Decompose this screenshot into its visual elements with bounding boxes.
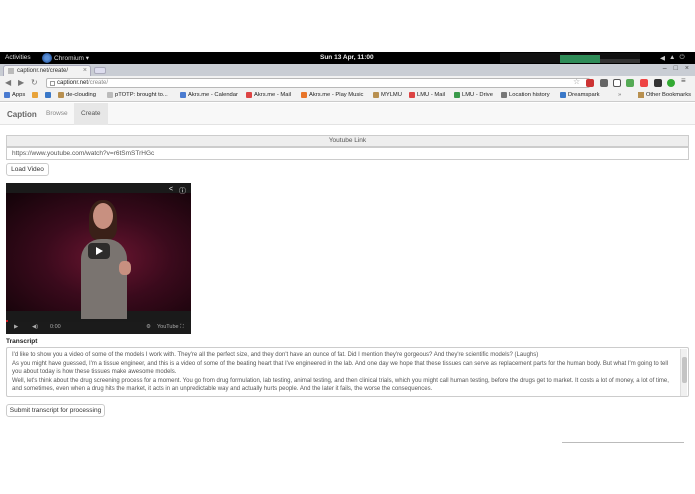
transcript-scrollbar[interactable] (680, 349, 687, 396)
browser-toolbar: ◀ ▶ ↻ captionr.net/create/ ☆ ≡ (0, 76, 695, 90)
dreamspark-icon (560, 92, 566, 98)
calendar-icon (180, 92, 186, 98)
minimize-icon[interactable]: – (663, 65, 667, 72)
extension-icon[interactable] (600, 79, 608, 87)
volume-control-icon[interactable]: ◀) (32, 324, 38, 330)
bookmark-icon (32, 92, 38, 98)
youtube-logo[interactable]: YouTube (157, 324, 179, 330)
system-monitor-graph (500, 53, 640, 63)
bookmark-lmu-mail[interactable]: LMU - Mail (409, 92, 445, 98)
page-info-icon (50, 81, 55, 86)
close-tab-icon[interactable]: × (83, 67, 87, 74)
nav-create[interactable]: Create (74, 103, 108, 125)
extension-adblock-icon[interactable] (586, 79, 594, 87)
nav-browse[interactable]: Browse (39, 103, 75, 125)
location-icon (501, 92, 507, 98)
page-icon (8, 68, 14, 74)
url-path: /create/ (88, 80, 109, 86)
load-video-button[interactable]: Load Video (6, 163, 49, 176)
extension-dark-icon[interactable] (654, 79, 662, 87)
fullscreen-icon[interactable]: ⛶ (180, 324, 184, 331)
site-navbar: Caption Browse Create (0, 103, 695, 125)
bookmark-1[interactable] (32, 92, 38, 98)
transcript-line: As you might have guessed, I'm a tissue … (12, 360, 669, 376)
youtube-link-input[interactable]: https://www.youtube.com/watch?v=r6tSmSTr… (6, 147, 689, 160)
menu-icon[interactable]: ≡ (681, 76, 689, 85)
bookmark-ptotp[interactable]: pTOTP: brought to... (107, 92, 168, 98)
video-time: 0:00 (50, 324, 61, 330)
bookmark-star-icon[interactable]: ☆ (573, 77, 580, 86)
play-icon[interactable] (88, 243, 110, 259)
extension-green-icon[interactable] (667, 79, 675, 87)
drive-icon (454, 92, 460, 98)
play-music-icon (301, 92, 307, 98)
gmail-icon (409, 92, 415, 98)
bookmark-2[interactable] (45, 92, 51, 98)
bookmark-location-history[interactable]: Location history (501, 92, 550, 98)
maximize-icon[interactable]: □ (674, 65, 678, 72)
back-icon[interactable]: ◀ (5, 78, 11, 87)
folder-icon (373, 92, 379, 98)
mail-icon (246, 92, 252, 98)
folder-icon (637, 92, 644, 98)
bookmark-de-clouding[interactable]: de-clouding (58, 92, 96, 98)
power-icon: ⏻ (679, 54, 685, 61)
youtube-link-label: Youtube Link (6, 135, 689, 147)
network-icon: ▲ (669, 54, 676, 61)
info-icon[interactable]: ⓘ (179, 186, 186, 196)
volume-icon: ◀ (660, 55, 665, 62)
share-icon[interactable]: < (169, 186, 173, 196)
activities-button[interactable]: Activities (5, 54, 31, 61)
app-menu-label: Chromium ▾ (54, 55, 90, 62)
forward-icon[interactable]: ▶ (18, 78, 24, 87)
extension-circle-icon[interactable] (640, 79, 648, 87)
transcript-label: Transcript (6, 338, 38, 345)
video-top-icons: < ⓘ (169, 186, 186, 196)
settings-icon[interactable]: ⚙ (146, 324, 151, 330)
site-brand[interactable]: Caption (7, 110, 37, 119)
bookmark-lmu-drive[interactable]: LMU - Drive (454, 92, 493, 98)
bookmark-mylmu[interactable]: MYLMU (373, 92, 402, 98)
transcript-textarea[interactable]: I'd like to show you a video of some of … (6, 347, 689, 397)
bookmark-play-music[interactable]: Akrs.me - Play Music (301, 92, 363, 98)
bookmarks-bar: Apps de-clouding pTOTP: brought to... Ak… (0, 90, 695, 102)
bookmark-mail[interactable]: Akrs.me - Mail (246, 92, 291, 98)
diamond-icon (45, 92, 51, 98)
bookmark-calendar[interactable]: Akrs.me - Calendar (180, 92, 238, 98)
submit-transcript-button[interactable]: Submit transcript for processing (6, 404, 105, 417)
screen-bottom-margin (0, 486, 695, 494)
other-bookmarks[interactable]: Other Bookmarks (637, 92, 691, 98)
bookmark-dreamspark[interactable]: Dreamspark (560, 92, 600, 98)
app-menu[interactable]: Chromium ▾ (42, 53, 89, 63)
tab-strip: captionr.net/create/ × – □ × (0, 64, 695, 76)
divider (562, 442, 684, 443)
chromium-icon (42, 53, 52, 63)
extension-check-icon[interactable] (626, 79, 634, 87)
transcript-line: I'd like to show you a video of some of … (12, 352, 539, 358)
system-tray[interactable]: ◀ ▲ ⏻ (660, 54, 685, 62)
bookmarks-overflow-icon[interactable]: » (618, 92, 621, 98)
page-icon (107, 92, 113, 98)
clock[interactable]: Sun 13 Apr, 11:00 (320, 54, 374, 61)
gnome-top-bar: Activities Chromium ▾ Sun 13 Apr, 11:00 … (0, 52, 695, 64)
extension-window-icon[interactable] (613, 79, 621, 87)
address-bar[interactable]: captionr.net/create/ (46, 78, 590, 88)
folder-icon (58, 92, 64, 98)
apps-grid-icon (4, 92, 10, 98)
close-window-icon[interactable]: × (685, 65, 689, 72)
reload-icon[interactable]: ↻ (31, 78, 38, 87)
url-host: captionr.net (57, 80, 89, 86)
video-controls: ▶ ◀) 0:00 ⚙ YouTube ⛶ (6, 322, 191, 334)
transcript-line: Well, let's think about the drug screeni… (12, 377, 669, 393)
new-tab-button[interactable] (94, 67, 106, 74)
screen-top-margin (0, 0, 695, 52)
browser-tab[interactable]: captionr.net/create/ × (3, 65, 91, 76)
bookmark-apps[interactable]: Apps (4, 92, 25, 98)
control-play-icon[interactable]: ▶ (14, 324, 18, 330)
tab-title: captionr.net/create/ (17, 68, 69, 74)
window-controls: – □ × (663, 65, 689, 72)
video-player[interactable]: < ⓘ ▶ ◀) 0:00 ⚙ YouTube ⛶ (6, 183, 191, 334)
